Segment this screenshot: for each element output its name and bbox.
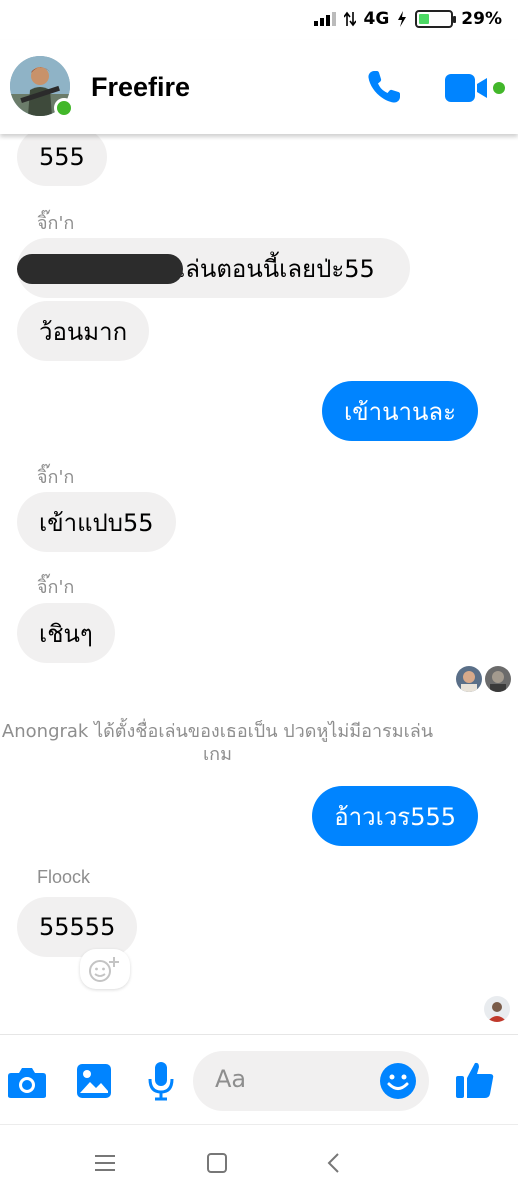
message-bubble-incoming[interactable]: ว้อนมาก [17,301,150,361]
add-reaction-button[interactable] [80,949,130,989]
chat-header: Freefire [0,40,518,134]
seen-avatar [484,996,510,1022]
redaction-mark [17,254,183,284]
system-notice: Anongrak ได้ตั้งชื่อเล่นของเธอเป็น ปวดหู… [1,721,434,765]
smiley-icon[interactable] [379,1062,417,1100]
video-camera-icon[interactable] [444,72,506,104]
group-avatar[interactable] [10,56,74,118]
back-icon[interactable] [326,1152,340,1174]
message-input-placeholder: Aa [215,1065,247,1093]
battery-level [419,14,430,24]
camera-icon[interactable] [7,1065,47,1099]
battery-percent: 29% [461,9,502,29]
image-icon[interactable] [76,1063,112,1099]
seen-avatar [485,666,511,692]
message-input[interactable]: Aa [193,1051,429,1111]
network-type: 4G [363,9,390,29]
message-bubble-incoming[interactable]: เข้าแปบ55 [17,492,176,552]
add-reaction-icon [89,957,119,982]
message-bubble-incoming[interactable]: 55555 [17,897,138,957]
status-bar: 4G 29% [0,0,518,40]
message-text: อ้าวเวร555 [334,802,456,831]
chat-title[interactable]: Freefire [91,72,190,103]
sender-name: จิ๊ก'ก [37,467,75,488]
data-arrows-icon [343,11,356,27]
message-bubble-outgoing[interactable]: เข้านานละ [322,381,478,441]
sender-name: Floock [37,867,91,887]
message-text: ว้อนมาก [39,317,128,346]
battery-icon [415,10,457,28]
message-text: 555 [39,143,85,171]
message-text: เชินๆ [39,619,93,648]
message-list[interactable]: 555 จิ๊ก'ก เล่นตอนนี้เลยป่ะ55 ว้อนมาก เข… [0,128,518,1034]
message-text: เข้านานละ [344,397,456,426]
microphone-icon[interactable] [147,1061,175,1101]
message-text: เข้าแปบ55 [39,508,154,537]
sender-name: จิ๊ก'ก [37,577,75,598]
online-status-dot [54,98,74,118]
message-text: 55555 [39,913,116,941]
message-bubble-outgoing[interactable]: อ้าวเวร555 [312,786,478,846]
message-bubble-incoming[interactable]: 555 [17,128,107,186]
home-icon[interactable] [206,1152,228,1174]
menu-icon[interactable] [94,1154,116,1172]
charging-icon [398,11,407,27]
message-composer: Aa [0,1034,518,1124]
message-bubble-incoming[interactable]: เล่นตอนนี้เลยป่ะ55 [17,238,410,298]
message-text: เล่นตอนนี้เลยป่ะ55 [177,254,375,283]
signal-icon [313,12,336,26]
status-indicators: 4G 29% [313,9,502,29]
seen-avatar [456,666,482,692]
system-nav-bar [0,1124,518,1200]
sender-name: จิ๊ก'ก [37,213,75,234]
message-bubble-incoming[interactable]: เชินๆ [17,603,115,663]
thumbs-up-icon[interactable] [455,1059,495,1099]
phone-icon[interactable] [365,68,403,106]
